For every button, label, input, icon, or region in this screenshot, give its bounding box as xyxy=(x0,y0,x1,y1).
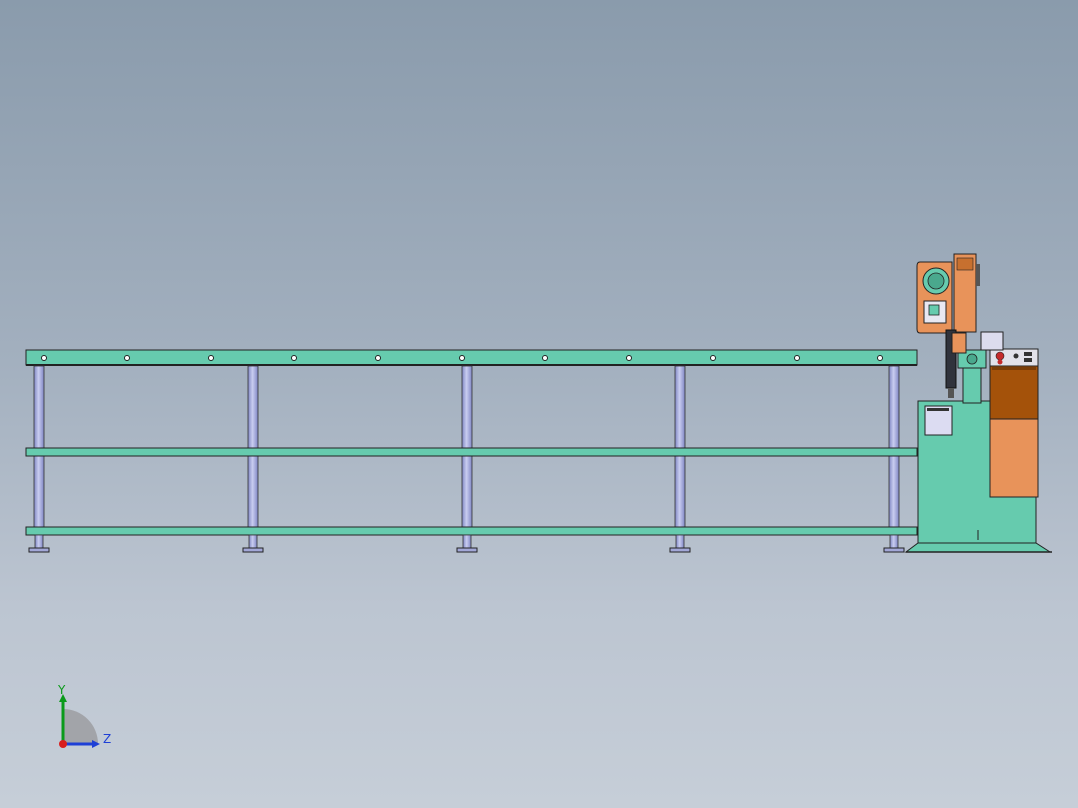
leveling-foot xyxy=(28,547,50,553)
post-stub xyxy=(248,534,258,549)
rail-mount-hole xyxy=(291,355,297,361)
support-post xyxy=(674,365,686,449)
support-post xyxy=(247,455,259,528)
triad-plane xyxy=(63,709,98,744)
z-axis-label: Z xyxy=(103,732,111,746)
top-rail xyxy=(25,349,918,366)
rail-mount-hole xyxy=(877,355,883,361)
support-post xyxy=(33,455,45,528)
post-stub xyxy=(889,534,899,549)
leveling-foot xyxy=(669,547,691,553)
support-post xyxy=(461,455,473,528)
bottom-rail xyxy=(25,526,918,536)
leveling-foot xyxy=(242,547,264,553)
x-axis-dot xyxy=(59,740,67,748)
post-stub xyxy=(34,534,44,549)
post-stub xyxy=(675,534,685,549)
coordinate-triad: Y Z xyxy=(57,684,111,748)
support-post xyxy=(247,365,259,449)
rail-mount-hole xyxy=(626,355,632,361)
leveling-foot xyxy=(456,547,478,553)
rail-mount-hole xyxy=(208,355,214,361)
support-post xyxy=(674,455,686,528)
leveling-foot xyxy=(883,547,905,553)
support-post xyxy=(461,365,473,449)
support-feet xyxy=(28,534,905,553)
post-stub xyxy=(462,534,472,549)
middle-rail xyxy=(25,447,918,457)
rail-mount-hole xyxy=(41,355,47,361)
rail-mount-hole xyxy=(459,355,465,361)
rail-mount-hole xyxy=(542,355,548,361)
cad-viewport[interactable]: Y Z xyxy=(0,0,1078,808)
nameplate xyxy=(924,405,953,436)
rail-mount-hole xyxy=(124,355,130,361)
support-posts xyxy=(33,365,900,528)
support-post xyxy=(33,365,45,449)
support-post xyxy=(888,365,900,449)
rail-mount-hole xyxy=(794,355,800,361)
motor-housing xyxy=(989,348,1039,498)
y-axis-label: Y xyxy=(57,684,66,697)
rail-mount-hole xyxy=(375,355,381,361)
machine-model[interactable] xyxy=(0,0,1078,808)
rail-mount-hole xyxy=(710,355,716,361)
support-post xyxy=(888,455,900,528)
